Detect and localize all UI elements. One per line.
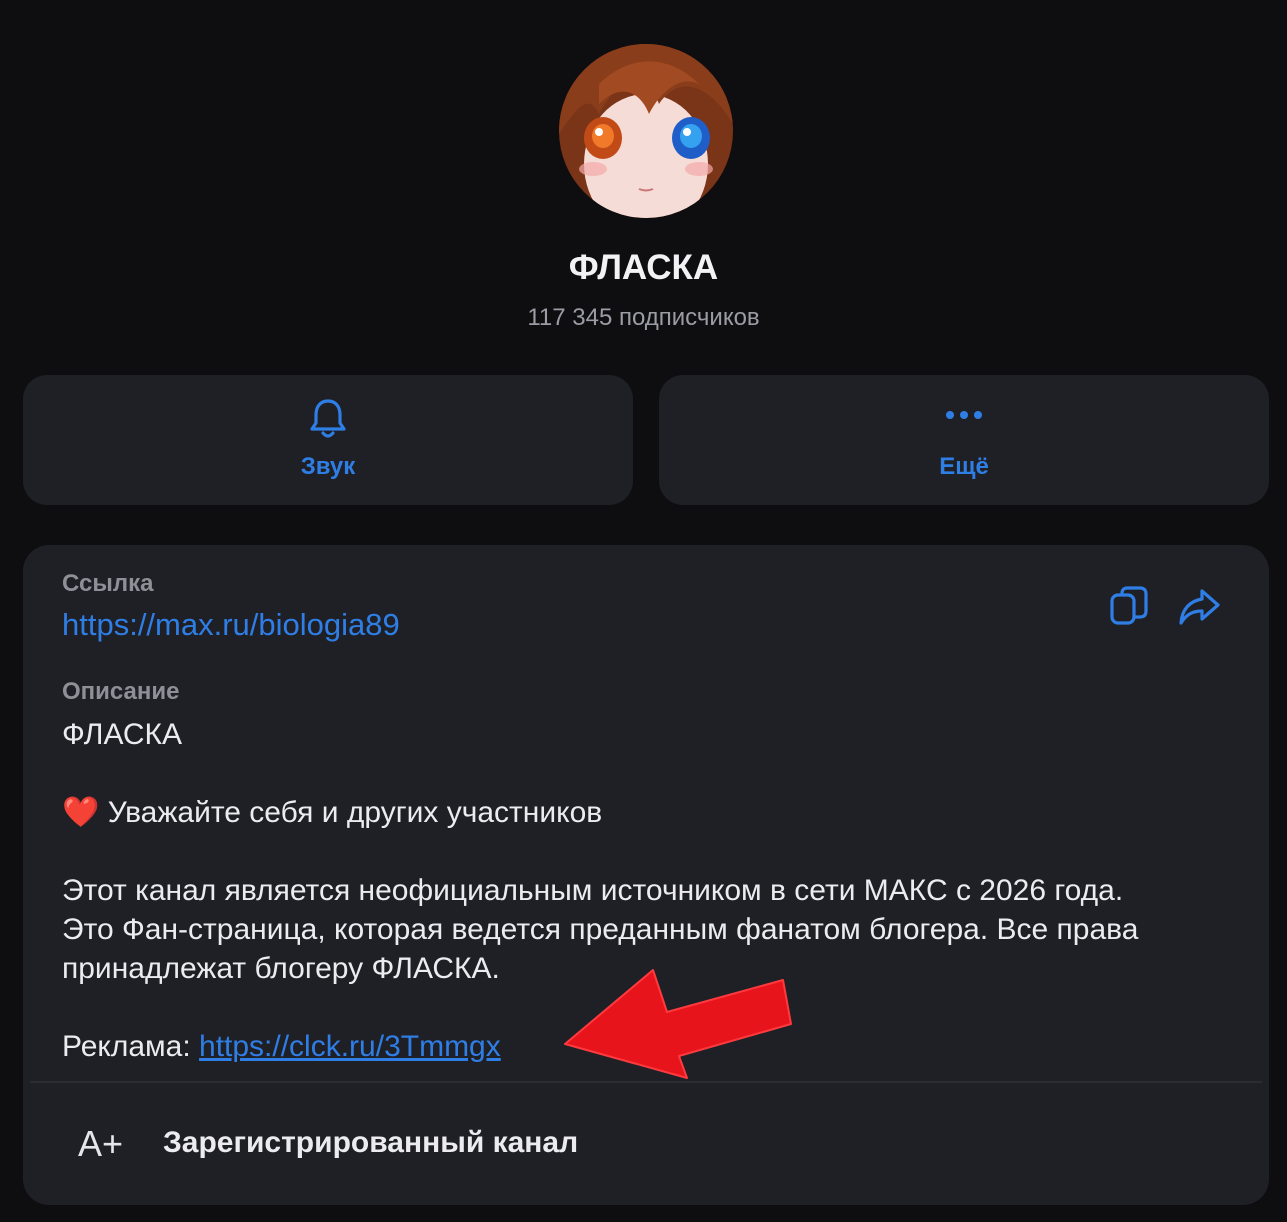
rules-line: ❤️ Уважайте себя и других участников (62, 793, 602, 832)
annotation-arrow-icon (564, 969, 792, 1079)
link-label: Ссылка (62, 570, 154, 597)
sound-button[interactable]: Звук (23, 375, 633, 505)
copy-link-button[interactable] (1108, 585, 1152, 629)
registered-channel-label: Зарегистрированный канал (163, 1126, 579, 1159)
channel-avatar[interactable] (559, 44, 733, 218)
ad-link[interactable]: https://clck.ru/3Tmmgx (199, 1030, 501, 1063)
share-arrow-icon (1179, 589, 1220, 625)
description-label: Описание (62, 678, 180, 705)
copy-icon (1110, 586, 1148, 625)
channel-link[interactable]: https://max.ru/biologia89 (62, 607, 400, 643)
registered-channel-row[interactable]: A+ Зарегистрированный канал (23, 1083, 1269, 1205)
about-line-2: Это Фан-страница, которая ведется предан… (62, 913, 1139, 946)
registered-channel-icon: A+ (78, 1123, 124, 1164)
ad-prefix: Реклама: (62, 1030, 200, 1063)
share-link-button[interactable] (1178, 585, 1222, 629)
heart-icon: ❤️ (62, 796, 100, 829)
rules-text: Уважайте себя и других участников (107, 796, 603, 829)
bell-icon (310, 399, 346, 438)
about-line-3: принадлежат блогеру ФЛАСКА. (62, 952, 500, 985)
channel-info-card: Ссылка https://max.ru/biologia89 Описани… (23, 545, 1269, 1205)
about-line-1: Этот канал является неофициальным источн… (62, 874, 1124, 907)
sound-button-label: Звук (300, 453, 356, 480)
description-title: ФЛАСКА (62, 718, 182, 751)
more-button-label: Ещё (939, 453, 989, 480)
subscriber-count: 117 345 подписчиков (527, 304, 760, 331)
ad-line: Реклама: https://clck.ru/3Tmmgx (62, 1027, 501, 1066)
more-dots-icon (946, 411, 982, 419)
channel-title: ФЛАСКА (568, 248, 719, 287)
more-button[interactable]: Ещё (659, 375, 1269, 505)
